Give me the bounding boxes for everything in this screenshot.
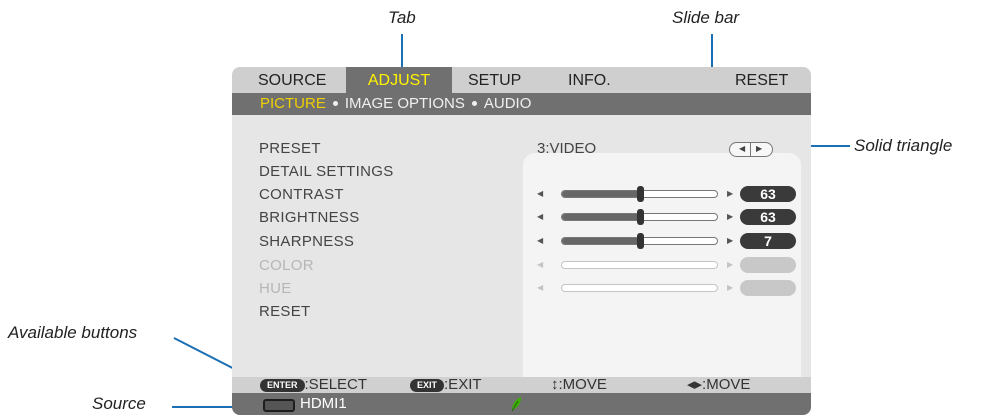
- hdmi-icon: [263, 399, 295, 412]
- tab-source[interactable]: SOURCE: [258, 67, 326, 93]
- callout-available-buttons: Available buttons: [8, 323, 138, 342]
- slider-value: [740, 257, 796, 273]
- item-color: COLOR: [259, 257, 314, 274]
- osd-menu: SOURCE ADJUST SETUP INFO. RESET PICTURE I…: [232, 67, 811, 415]
- move-updown-hint: ↕:MOVE: [551, 376, 607, 393]
- subtab-audio[interactable]: AUDIO: [484, 95, 532, 112]
- arrow-left-icon[interactable]: ◀: [537, 236, 543, 245]
- item-hue: HUE: [259, 280, 292, 297]
- callout-slide-bar: Slide bar: [672, 8, 740, 27]
- separator-dot: [332, 100, 338, 106]
- exit-badge: EXIT: [410, 379, 445, 392]
- triangle-right-icon[interactable]: ▶: [756, 144, 762, 153]
- source-label: HDMI1: [300, 395, 347, 412]
- tab-info[interactable]: INFO.: [568, 67, 611, 93]
- slider-knob[interactable]: [636, 209, 644, 225]
- leaf-icon: [511, 397, 521, 412]
- exit-hint: EXIT:EXIT: [410, 377, 482, 393]
- callout-tab: Tab: [388, 8, 416, 27]
- arrow-left-icon: ◀: [537, 260, 544, 269]
- triangle-left-icon[interactable]: ◀: [739, 144, 745, 153]
- select-label: :SELECT: [304, 376, 368, 393]
- slider-track: [561, 284, 718, 292]
- arrow-left-icon[interactable]: ◀: [537, 189, 543, 198]
- move-leftright-hint: ◂▸:MOVE: [687, 376, 751, 393]
- slider-track[interactable]: [561, 209, 718, 225]
- arrow-left-icon: ◀: [537, 283, 544, 292]
- slider-value: 63: [740, 209, 796, 225]
- item-reset[interactable]: RESET: [259, 303, 311, 320]
- callout-solid-triangle: Solid triangle: [854, 136, 953, 155]
- slider-track[interactable]: [561, 186, 718, 202]
- arrow-right-icon[interactable]: ▶: [727, 189, 733, 198]
- tab-adjust[interactable]: ADJUST: [346, 67, 452, 93]
- item-detail-settings[interactable]: DETAIL SETTINGS: [259, 163, 394, 180]
- separator-dot: [471, 100, 477, 106]
- arrow-left-icon[interactable]: ◀: [537, 212, 543, 221]
- slider-knob[interactable]: [636, 186, 644, 202]
- callout-line-tab: [401, 34, 403, 70]
- arrow-right-icon[interactable]: ▶: [727, 236, 733, 245]
- slider-knob[interactable]: [636, 233, 644, 249]
- item-preset[interactable]: PRESET: [259, 140, 321, 157]
- arrow-right-icon: ▶: [727, 260, 734, 269]
- preset-selector[interactable]: ◀ ▶: [729, 142, 773, 157]
- tab-setup[interactable]: SETUP: [468, 67, 521, 93]
- slider-track[interactable]: [561, 233, 718, 249]
- subtab-bar: PICTURE IMAGE OPTIONS AUDIO: [232, 93, 811, 115]
- subtab-picture[interactable]: PICTURE: [260, 95, 326, 112]
- slider-value: 63: [740, 186, 796, 202]
- available-buttons-bar: ENTER:SELECT EXIT:EXIT ↕:MOVE ◂▸:MOVE: [232, 377, 811, 393]
- selector-divider: [750, 143, 751, 156]
- slider-track: [561, 261, 718, 269]
- preset-value: 3:VIDEO: [537, 140, 597, 157]
- tab-bar: SOURCE ADJUST SETUP INFO. RESET: [232, 67, 811, 93]
- tab-reset[interactable]: RESET: [735, 67, 788, 93]
- enter-hint: ENTER:SELECT: [260, 377, 367, 393]
- slider-fill: [562, 238, 640, 244]
- slider-value: 7: [740, 233, 796, 249]
- subtab-image-options[interactable]: IMAGE OPTIONS: [345, 95, 465, 112]
- source-bar: HDMI1: [232, 393, 811, 415]
- enter-badge: ENTER: [260, 379, 305, 392]
- item-sharpness[interactable]: SHARPNESS: [259, 233, 354, 250]
- callout-source: Source: [92, 394, 146, 413]
- arrow-right-icon[interactable]: ▶: [727, 212, 733, 221]
- arrow-right-icon: ▶: [727, 283, 734, 292]
- slider-value: [740, 280, 796, 296]
- slider-fill: [562, 191, 640, 197]
- item-brightness[interactable]: BRIGHTNESS: [259, 209, 360, 226]
- item-contrast[interactable]: CONTRAST: [259, 186, 344, 203]
- slider-fill: [562, 214, 640, 220]
- exit-label: :EXIT: [444, 376, 482, 393]
